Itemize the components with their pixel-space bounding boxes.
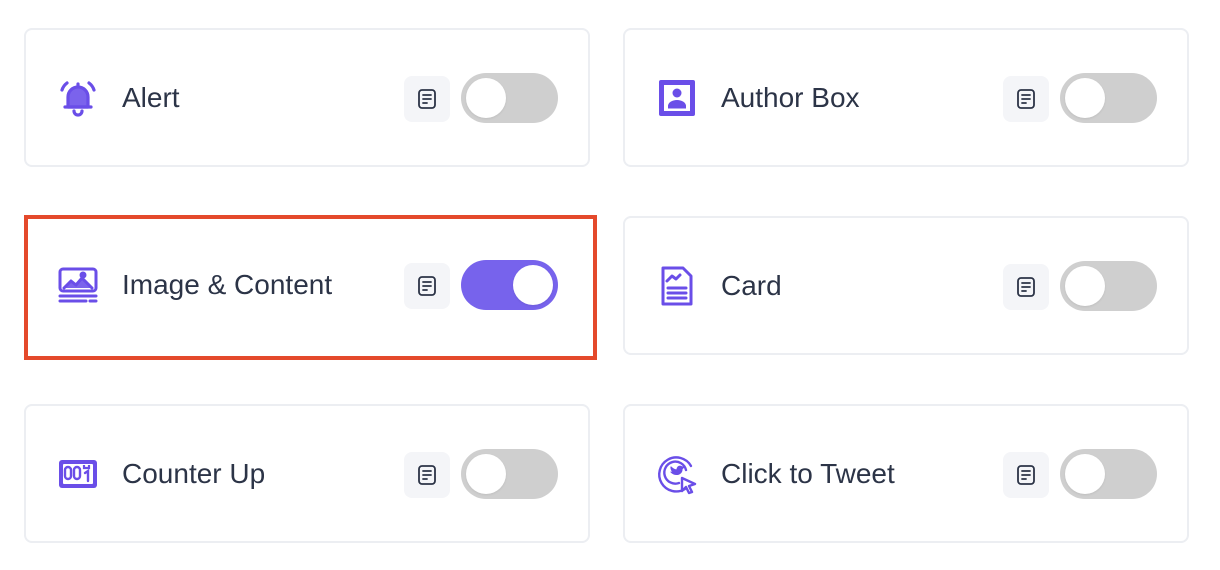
documentation-button[interactable] xyxy=(404,263,450,309)
counter-up-icon xyxy=(56,452,100,496)
image-content-icon xyxy=(56,263,100,307)
documentation-button[interactable] xyxy=(1003,264,1049,310)
document-icon xyxy=(1017,277,1035,297)
documentation-button[interactable] xyxy=(1003,452,1049,498)
widget-label: Author Box xyxy=(721,82,860,113)
document-icon xyxy=(418,89,436,109)
widget-toggle[interactable] xyxy=(1060,73,1157,123)
widget-card-alert: Alert xyxy=(24,28,590,167)
document-icon xyxy=(1017,465,1035,485)
documentation-button[interactable] xyxy=(404,76,450,122)
widget-card-counter-up: Counter Up xyxy=(24,404,590,543)
click-to-tweet-icon xyxy=(655,452,699,496)
toggle-knob xyxy=(466,78,506,118)
widget-label: Card xyxy=(721,270,782,301)
widget-label: Alert xyxy=(122,82,180,113)
widget-toggle[interactable] xyxy=(461,449,558,499)
widget-toggle[interactable] xyxy=(1060,261,1157,311)
widget-card-image-content: Image & Content xyxy=(24,215,597,360)
toggle-knob xyxy=(1065,78,1105,118)
author-box-icon xyxy=(655,76,699,120)
document-icon xyxy=(418,465,436,485)
document-icon xyxy=(418,276,436,296)
toggle-knob xyxy=(466,454,506,494)
widget-label: Counter Up xyxy=(122,458,266,489)
widget-card-click-to-tweet: Click to Tweet xyxy=(623,404,1189,543)
toggle-knob xyxy=(1065,266,1105,306)
toggle-knob xyxy=(1065,454,1105,494)
documentation-button[interactable] xyxy=(1003,76,1049,122)
card-icon xyxy=(655,264,699,308)
widget-toggle[interactable] xyxy=(461,73,558,123)
widget-toggle[interactable] xyxy=(1060,449,1157,499)
widget-label: Click to Tweet xyxy=(721,458,895,489)
widget-label: Image & Content xyxy=(122,269,333,300)
bell-icon xyxy=(56,76,100,120)
toggle-knob xyxy=(513,265,553,305)
widget-card-author-box: Author Box xyxy=(623,28,1189,167)
document-icon xyxy=(1017,89,1035,109)
widget-toggle[interactable] xyxy=(461,260,558,310)
widget-card-card: Card xyxy=(623,216,1189,355)
documentation-button[interactable] xyxy=(404,452,450,498)
